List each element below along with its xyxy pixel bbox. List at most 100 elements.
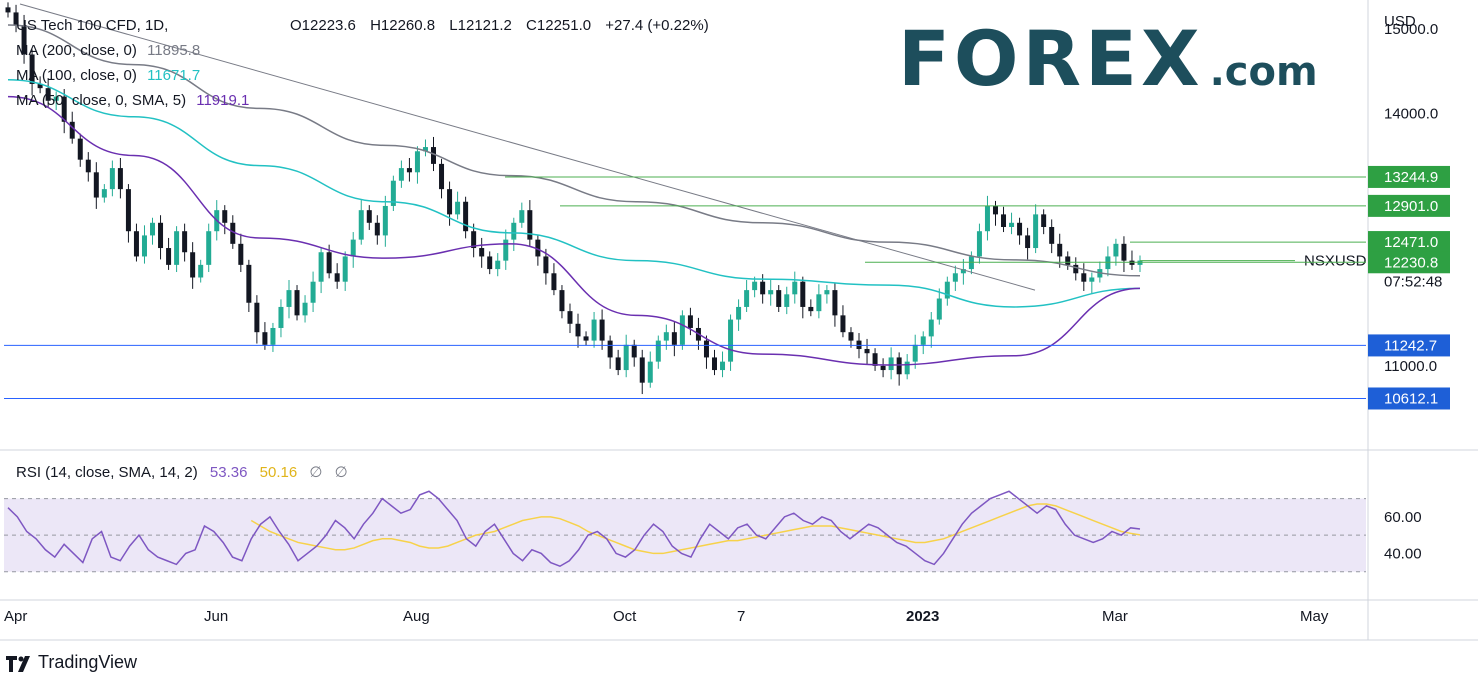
candle-body (687, 315, 693, 328)
price-badge-text: 11242.7 (1384, 337, 1437, 354)
candle-body (1001, 214, 1007, 227)
time-tick-label: May (1300, 608, 1329, 625)
price-tick-label: 15000.0 (1384, 21, 1438, 38)
ma200-label: MA (200, close, 0) (16, 42, 137, 59)
countdown-text: 07:52:48 (1384, 274, 1442, 291)
candle-body (286, 290, 292, 307)
candle-body (663, 332, 669, 341)
candle-body (992, 205, 998, 215)
price-badge-text: 12230.8 (1384, 254, 1438, 271)
candle-body (278, 306, 284, 328)
candle-body (262, 332, 268, 345)
candle-body (318, 252, 324, 282)
candle-body (872, 353, 878, 366)
candle-body (503, 239, 509, 261)
ma50-line (7, 95, 1141, 366)
ma100-line (7, 78, 1141, 308)
ma50-legend[interactable]: MA (50, close, 0, SMA, 5) 11919.1 (16, 88, 249, 113)
candle-body (342, 256, 348, 282)
candle-body (1121, 243, 1127, 261)
candle-body (736, 306, 742, 320)
candle-body (439, 163, 445, 190)
candle-body (840, 315, 846, 333)
ma50-label: MA (50, close, 0, SMA, 5) (16, 92, 187, 109)
candle-body (69, 121, 75, 139)
candle-body (382, 205, 388, 236)
ohlc-readout: O12223.6 H12260.8 L12121.2 C12251.0 +27.… (290, 13, 719, 38)
rsi-legend[interactable]: RSI (14, close, SMA, 14, 2) 53.36 50.16 … (16, 463, 356, 481)
price-badge-text: 12471.0 (1384, 234, 1438, 251)
logo-suffix: .com (1209, 49, 1318, 95)
close-value: C12251.0 (526, 17, 592, 34)
indicator-legend: US Tech 100 CFD, 1D, MA (200, close, 0) … (16, 13, 249, 113)
candle-body (431, 147, 437, 164)
candle-body (623, 344, 629, 371)
candle-body (551, 273, 557, 291)
candle-body (679, 315, 685, 345)
candle-body (182, 231, 188, 253)
candle-body (848, 332, 854, 341)
candle-body (984, 205, 990, 232)
candle-body (575, 323, 581, 337)
candle-body (631, 344, 637, 358)
candle-body (101, 189, 107, 198)
candle-body (744, 290, 750, 307)
tradingview-brand[interactable]: TradingView (6, 652, 137, 673)
candle-body (334, 273, 340, 282)
price-badge-text: 12901.0 (1384, 198, 1438, 215)
candle-body (776, 290, 782, 307)
candle-body (302, 302, 308, 316)
candle-body (125, 189, 131, 232)
candle-body (559, 290, 565, 312)
price-tick-label: 14000.0 (1384, 105, 1438, 122)
candle-body (888, 357, 894, 371)
candle-body (141, 235, 147, 257)
candle-body (583, 336, 589, 341)
tradingview-logo-icon (6, 655, 30, 672)
candle-body (856, 340, 862, 350)
rsi-tick-label: 60.00 (1384, 509, 1422, 526)
change-value: +27.4 (+0.22%) (605, 17, 709, 34)
candle-body (760, 281, 766, 295)
ma100-value: 11671.7 (147, 67, 201, 84)
rsi-extra-2: ∅ (334, 464, 348, 481)
candle-body (832, 290, 838, 316)
candle-body (246, 264, 252, 303)
ma50-value: 11919.1 (196, 92, 250, 109)
candle-body (109, 168, 115, 190)
rsi-value: 53.36 (209, 464, 248, 481)
candle-body (133, 231, 139, 257)
candle-body (1041, 214, 1047, 227)
rsi-extra-1: ∅ (309, 464, 323, 481)
candle-body (117, 168, 123, 190)
candle-body (752, 281, 758, 291)
price-tick-label: 11000.0 (1384, 358, 1437, 375)
candle-body (150, 222, 156, 236)
price-badge-text: 13244.9 (1384, 169, 1438, 186)
candle-body (800, 281, 806, 307)
candle-body (768, 290, 774, 295)
candle-body (166, 248, 172, 265)
ma200-legend[interactable]: MA (200, close, 0) 11895.8 (16, 38, 249, 63)
candle-body (792, 281, 798, 295)
candle-body (1081, 273, 1087, 282)
time-tick-label: Jun (204, 608, 228, 625)
candle-body (270, 327, 276, 345)
candle-body (463, 201, 469, 232)
candle-body (599, 319, 605, 341)
candle-body (158, 222, 164, 249)
candle-body (93, 172, 99, 198)
time-tick-label: Apr (4, 608, 27, 625)
candle-body (1009, 222, 1015, 227)
time-tick-label: Oct (613, 608, 637, 625)
ma100-legend[interactable]: MA (100, close, 0) 11671.7 (16, 63, 249, 88)
candle-body (816, 294, 822, 312)
candle-body (1073, 264, 1079, 274)
candle-body (374, 222, 380, 236)
ma100-label: MA (100, close, 0) (16, 67, 137, 84)
candle-body (639, 357, 645, 383)
tradingview-label: TradingView (38, 652, 138, 672)
candle-body (655, 340, 661, 362)
rsi-label: RSI (14, close, SMA, 14, 2) (16, 464, 198, 481)
candle-body (254, 302, 260, 333)
